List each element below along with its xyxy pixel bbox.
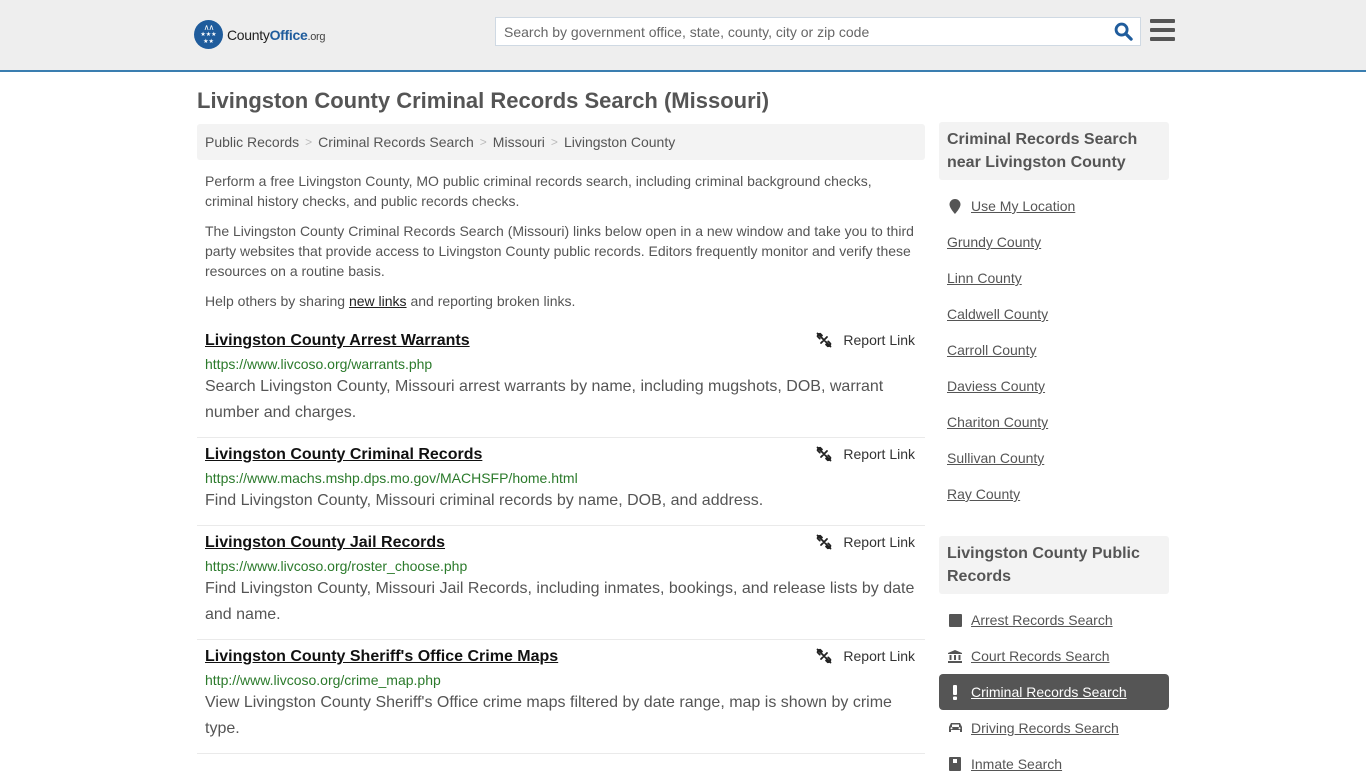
county-link-linn[interactable]: Linn County xyxy=(947,270,1022,286)
search-box xyxy=(495,17,1141,46)
eagle-stars-logo-icon: ∧∧ ★★★ ★★ xyxy=(194,20,223,49)
result-item: Livingston County Arrest Warrants https:… xyxy=(197,324,925,438)
nearby-counties-panel: Criminal Records Search near Livingston … xyxy=(939,122,1169,512)
breadcrumb-public-records[interactable]: Public Records xyxy=(205,134,299,150)
county-link-caldwell[interactable]: Caldwell County xyxy=(947,306,1048,322)
search-icon xyxy=(1114,22,1133,41)
nearby-county-item: Sullivan County xyxy=(939,440,1169,476)
intro-paragraph: The Livingston County Criminal Records S… xyxy=(205,223,914,279)
result-url: https://www.livcoso.org/roster_choose.ph… xyxy=(205,558,468,574)
broken-link-icon xyxy=(817,332,832,348)
share-links-paragraph: Help others by sharing new links and rep… xyxy=(205,293,576,309)
broken-link-icon xyxy=(817,534,832,550)
site-logo[interactable]: ∧∧ ★★★ ★★ CountyOffice.org xyxy=(194,20,326,49)
public-records-panel: Livingston County Public Records Arrest … xyxy=(939,536,1169,782)
public-records-list: Arrest Records Search Court Records Sear… xyxy=(939,594,1169,782)
breadcrumb: Public Records > Criminal Records Search… xyxy=(197,124,925,160)
public-records-item-criminal[interactable]: Criminal Records Search xyxy=(939,674,1169,710)
public-records-item-arrest[interactable]: Arrest Records Search xyxy=(939,602,1169,638)
nearby-county-item: Grundy County xyxy=(939,224,1169,260)
search-input[interactable] xyxy=(496,18,1106,45)
search-button[interactable] xyxy=(1106,18,1140,45)
driving-records-link[interactable]: Driving Records Search xyxy=(971,720,1119,736)
report-link-button[interactable]: Report Link xyxy=(816,648,915,664)
intro-text: Perform a free Livingston County, MO pub… xyxy=(205,171,921,321)
county-link-chariton[interactable]: Chariton County xyxy=(947,414,1048,430)
inmate-search-link[interactable]: Inmate Search xyxy=(971,756,1062,772)
result-item: Livingston County Jail Records https://w… xyxy=(197,526,925,640)
page-title: Livingston County Criminal Records Searc… xyxy=(197,88,770,113)
use-my-location-item: Use My Location xyxy=(939,188,1169,224)
result-title-link[interactable]: Livingston County Jail Records xyxy=(205,532,445,554)
nearby-heading: Criminal Records Search near Livingston … xyxy=(939,122,1169,180)
menu-bar xyxy=(1150,37,1175,41)
result-url: https://www.machs.mshp.dps.mo.gov/MACHSF… xyxy=(205,470,578,486)
broken-link-icon xyxy=(817,648,832,664)
report-link-button[interactable]: Report Link xyxy=(816,534,915,550)
results-list: Livingston County Arrest Warrants https:… xyxy=(197,324,925,754)
public-records-item-driving[interactable]: Driving Records Search xyxy=(939,710,1169,746)
public-records-item-inmate[interactable]: Inmate Search xyxy=(939,746,1169,782)
nearby-county-item: Ray County xyxy=(939,476,1169,512)
result-title-link[interactable]: Livingston County Sheriff's Office Crime… xyxy=(205,646,558,668)
intro-paragraph: Perform a free Livingston County, MO pub… xyxy=(205,173,872,209)
public-records-heading: Livingston County Public Records xyxy=(939,536,1169,594)
public-records-item-court[interactable]: Court Records Search xyxy=(939,638,1169,674)
county-link-daviess[interactable]: Daviess County xyxy=(947,378,1045,394)
result-description: Find Livingston County, Missouri Jail Re… xyxy=(205,580,915,623)
criminal-records-link[interactable]: Criminal Records Search xyxy=(971,684,1127,700)
menu-bar xyxy=(1150,28,1175,32)
breadcrumb-missouri[interactable]: Missouri xyxy=(493,134,545,150)
broken-link-icon xyxy=(817,446,832,462)
map-pin-icon xyxy=(947,198,963,214)
result-description: Search Livingston County, Missouri arres… xyxy=(205,378,884,421)
county-link-carroll[interactable]: Carroll County xyxy=(947,342,1036,358)
breadcrumb-separator: > xyxy=(479,135,487,149)
logo-text: CountyOffice.org xyxy=(227,26,326,43)
courthouse-icon xyxy=(947,649,963,663)
result-item: Livingston County Criminal Records https… xyxy=(197,438,925,526)
nearby-county-item: Chariton County xyxy=(939,404,1169,440)
result-title-link[interactable]: Livingston County Arrest Warrants xyxy=(205,330,470,352)
breadcrumb-separator: > xyxy=(305,135,313,149)
menu-bar xyxy=(1150,19,1175,23)
hamburger-menu-icon[interactable] xyxy=(1150,19,1175,41)
result-title-link[interactable]: Livingston County Criminal Records xyxy=(205,444,482,466)
county-link-sullivan[interactable]: Sullivan County xyxy=(947,450,1044,466)
breadcrumb-livingston-county[interactable]: Livingston County xyxy=(564,134,675,150)
court-records-link[interactable]: Court Records Search xyxy=(971,648,1110,664)
nearby-counties-list: Use My Location Grundy County Linn Count… xyxy=(939,180,1169,512)
new-links-link[interactable]: new links xyxy=(349,293,407,309)
county-link-grundy[interactable]: Grundy County xyxy=(947,234,1041,250)
county-link-ray[interactable]: Ray County xyxy=(947,486,1020,502)
breadcrumb-criminal-records-search[interactable]: Criminal Records Search xyxy=(318,134,474,150)
exclamation-icon xyxy=(947,684,963,700)
breadcrumb-separator: > xyxy=(550,135,558,149)
report-link-button[interactable]: Report Link xyxy=(816,332,915,348)
result-url: https://www.livcoso.org/warrants.php xyxy=(205,356,433,372)
result-description: Find Livingston County, Missouri crimina… xyxy=(205,492,764,509)
nearby-county-item: Caldwell County xyxy=(939,296,1169,332)
id-card-icon xyxy=(947,757,963,771)
nearby-county-item: Daviess County xyxy=(939,368,1169,404)
nearby-county-item: Linn County xyxy=(939,260,1169,296)
car-icon xyxy=(947,722,963,734)
report-link-button[interactable]: Report Link xyxy=(816,446,915,462)
result-item: Livingston County Sheriff's Office Crime… xyxy=(197,640,925,754)
use-my-location-link[interactable]: Use My Location xyxy=(971,198,1075,214)
square-icon xyxy=(947,613,963,627)
site-header: ∧∧ ★★★ ★★ CountyOffice.org xyxy=(0,0,1366,72)
arrest-records-link[interactable]: Arrest Records Search xyxy=(971,612,1113,628)
result-url: http://www.livcoso.org/crime_map.php xyxy=(205,672,441,688)
result-description: View Livingston County Sheriff's Office … xyxy=(205,694,892,737)
nearby-county-item: Carroll County xyxy=(939,332,1169,368)
